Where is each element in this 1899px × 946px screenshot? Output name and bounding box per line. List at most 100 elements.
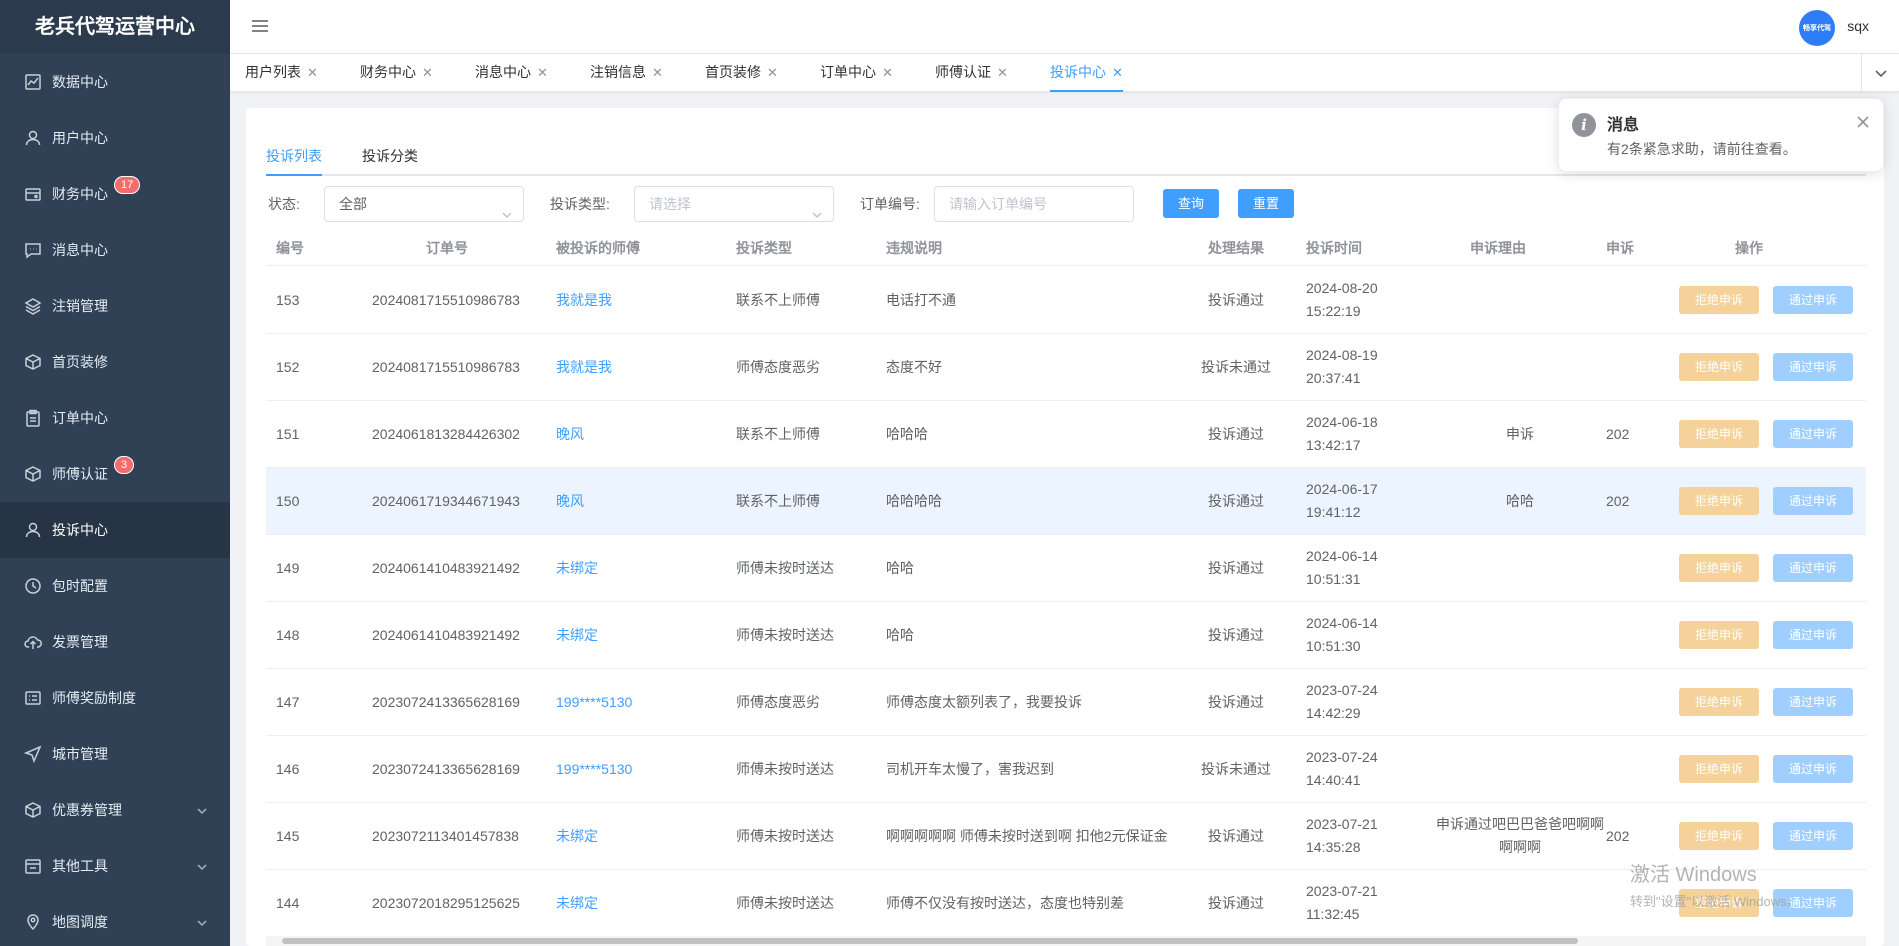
table-row[interactable]: 151 2024061813284426302 晚风 联系不上师傅 哈哈哈 投诉通过 202… xyxy=(266,401,1866,468)
sidebar-item-label: 城市管理 xyxy=(52,746,108,762)
close-icon[interactable]: ✕ xyxy=(537,65,548,80)
tab-complaint-list[interactable]: 投诉列表 xyxy=(266,146,322,176)
cell-desc: 哈哈 xyxy=(886,602,1176,668)
cell-driver[interactable]: 晚风 xyxy=(556,401,716,467)
cell-desc: 师傅态度太额列表了，我要投诉 xyxy=(886,669,1176,735)
table-row[interactable]: 150 2024061719344671943 晚风 联系不上师傅 哈哈哈哈 投诉通过 20… xyxy=(266,468,1866,535)
cell-desc-text: 师傅态度太额列表了，我要投诉 xyxy=(886,693,1082,710)
pass-appeal-button[interactable]: 通过申诉 xyxy=(1773,621,1853,649)
pass-appeal-button[interactable]: 通过申诉 xyxy=(1773,755,1853,783)
cell-driver[interactable]: 199****5130 xyxy=(556,736,716,802)
pass-appeal-button[interactable]: 通过申诉 xyxy=(1773,353,1853,381)
sidebar-item-8[interactable]: 投诉中心 xyxy=(0,502,230,558)
cell-order: 2024061410483921492 xyxy=(372,535,552,601)
complaint-date: 2024-06-14 xyxy=(1306,548,1378,564)
sidebar-item-2[interactable]: 财务中心 17 xyxy=(0,166,230,222)
sidebar-item-10[interactable]: 发票管理 xyxy=(0,614,230,670)
username[interactable]: sqx xyxy=(1847,18,1869,34)
tab-3[interactable]: 注销信息 ✕ xyxy=(590,54,663,92)
cell-driver[interactable]: 未绑定 xyxy=(556,535,716,601)
query-button[interactable]: 查询 xyxy=(1163,189,1220,218)
cell-driver-text: 199****5130 xyxy=(556,760,633,777)
sidebar-item-9[interactable]: 包时配置 xyxy=(0,558,230,614)
close-icon[interactable]: ✕ xyxy=(767,65,778,80)
pass-appeal-button[interactable]: 通过申诉 xyxy=(1773,688,1853,716)
sidebar-item-7[interactable]: 师傅认证 3 xyxy=(0,446,230,502)
cell-result-text: 投诉通过 xyxy=(1208,559,1264,576)
tab-7[interactable]: 投诉中心 ✕ xyxy=(1050,54,1123,92)
cell-driver[interactable]: 我就是我 xyxy=(556,267,716,333)
complaint-type-select[interactable]: 请选择 xyxy=(634,186,834,222)
sidebar-item-12[interactable]: 城市管理 xyxy=(0,726,230,782)
table-row[interactable]: 147 2023072413365628169 199****5130 师傅态度恶劣 师… xyxy=(266,669,1866,736)
table-row[interactable]: 145 2023072113401457838 未绑定 师傅未按时送达 啊啊啊啊啊 师傅… xyxy=(266,803,1866,870)
close-icon[interactable]: ✕ xyxy=(652,65,663,80)
pass-appeal-button[interactable]: 通过申诉 xyxy=(1773,420,1853,448)
tab-4[interactable]: 首页装修 ✕ xyxy=(705,54,778,92)
cell-driver-text: 未绑定 xyxy=(556,626,598,643)
tab-0[interactable]: 用户列表 ✕ xyxy=(245,54,318,92)
pass-appeal-button[interactable]: 通过申诉 xyxy=(1773,286,1853,314)
scrollbar-thumb[interactable] xyxy=(282,938,1578,944)
reject-appeal-button[interactable]: 拒绝申诉 xyxy=(1679,621,1759,649)
tab-5[interactable]: 订单中心 ✕ xyxy=(820,54,893,92)
close-icon[interactable] xyxy=(1857,115,1869,128)
pass-appeal-button[interactable]: 通过申诉 xyxy=(1773,554,1853,582)
reject-appeal-button[interactable]: 拒绝申诉 xyxy=(1679,688,1759,716)
reject-appeal-button[interactable]: 拒绝申诉 xyxy=(1679,822,1759,850)
sidebar-item-15[interactable]: 地图调度 xyxy=(0,894,230,946)
table-row[interactable]: 144 2023072018295125625 未绑定 师傅未按时送达 师傅不仅没有按时… xyxy=(266,870,1866,937)
tabs-dropdown-icon[interactable] xyxy=(1861,54,1899,92)
reject-appeal-button[interactable]: 拒绝申诉 xyxy=(1679,420,1759,448)
cell-desc: 啊啊啊啊啊 师傅未按时送到啊 扣他2元保证金 xyxy=(886,803,1176,869)
cell-driver[interactable]: 我就是我 xyxy=(556,334,716,400)
close-icon[interactable]: ✕ xyxy=(307,65,318,80)
table-row[interactable]: 153 2024081715510986783 我就是我 联系不上师傅 电话打不通 投诉通… xyxy=(266,267,1866,334)
sidebar-item-1[interactable]: 用户中心 xyxy=(0,110,230,166)
reject-appeal-button[interactable]: 拒绝申诉 xyxy=(1679,286,1759,314)
sidebar-item-6[interactable]: 订单中心 xyxy=(0,390,230,446)
reject-appeal-button[interactable]: 拒绝申诉 xyxy=(1679,755,1759,783)
tab-2[interactable]: 消息中心 ✕ xyxy=(475,54,548,92)
cell-driver[interactable]: 未绑定 xyxy=(556,870,716,936)
cell-type-text: 师傅态度恶劣 xyxy=(736,693,820,710)
avatar[interactable]: 畅享代驾 xyxy=(1799,10,1835,46)
sidebar-item-14[interactable]: 其他工具 xyxy=(0,838,230,894)
cell-driver[interactable]: 晚风 xyxy=(556,468,716,534)
reset-button[interactable]: 重置 xyxy=(1238,189,1295,218)
cell-driver[interactable]: 未绑定 xyxy=(556,602,716,668)
tab-label: 订单中心 xyxy=(820,64,876,80)
sidebar-item-5[interactable]: 首页装修 xyxy=(0,334,230,390)
cell-driver[interactable]: 199****5130 xyxy=(556,669,716,735)
reject-appeal-button[interactable]: 拒绝申诉 xyxy=(1679,554,1759,582)
table-row[interactable]: 148 2024061410483921492 未绑定 师傅未按时送达 哈哈 投诉通过 20… xyxy=(266,602,1866,669)
reject-appeal-button[interactable]: 拒绝申诉 xyxy=(1679,487,1759,515)
close-icon[interactable]: ✕ xyxy=(1112,65,1123,80)
status-select[interactable]: 全部 xyxy=(324,186,524,222)
close-icon[interactable]: ✕ xyxy=(422,65,433,80)
sidebar-item-11[interactable]: 师傅奖励制度 xyxy=(0,670,230,726)
pass-appeal-button[interactable]: 通过申诉 xyxy=(1773,822,1853,850)
cell-reason xyxy=(1430,334,1610,400)
close-icon[interactable]: ✕ xyxy=(882,65,893,80)
horizontal-scrollbar[interactable] xyxy=(266,936,1866,946)
order-number-input[interactable]: 请输入订单编号 xyxy=(934,186,1134,222)
sidebar-item-13[interactable]: 优惠券管理 xyxy=(0,782,230,838)
sidebar-item-3[interactable]: 消息中心 xyxy=(0,222,230,278)
table-row[interactable]: 152 2024081715510986783 我就是我 师傅态度恶劣 态度不好 投诉未通… xyxy=(266,334,1866,401)
sidebar-item-4[interactable]: 注销管理 xyxy=(0,278,230,334)
sidebar-item-0[interactable]: 数据中心 xyxy=(0,54,230,110)
reject-appeal-button[interactable]: 拒绝申诉 xyxy=(1679,353,1759,381)
table-row[interactable]: 149 2024061410483921492 未绑定 师傅未按时送达 哈哈 投诉通过 20… xyxy=(266,535,1866,602)
cell-driver[interactable]: 未绑定 xyxy=(556,803,716,869)
cell-type-text: 联系不上师傅 xyxy=(736,492,820,509)
cell-result: 投诉通过 xyxy=(1186,535,1286,601)
cell-result-text: 投诉未通过 xyxy=(1201,358,1271,375)
tab-1[interactable]: 财务中心 ✕ xyxy=(360,54,433,92)
close-icon[interactable]: ✕ xyxy=(997,65,1008,80)
table-row[interactable]: 146 2023072413365628169 199****5130 师傅未按时送达… xyxy=(266,736,1866,803)
hamburger-menu-icon[interactable] xyxy=(250,16,270,36)
pass-appeal-button[interactable]: 通过申诉 xyxy=(1773,487,1853,515)
tab-complaint-category[interactable]: 投诉分类 xyxy=(362,146,418,176)
tab-6[interactable]: 师傅认证 ✕ xyxy=(935,54,1008,92)
